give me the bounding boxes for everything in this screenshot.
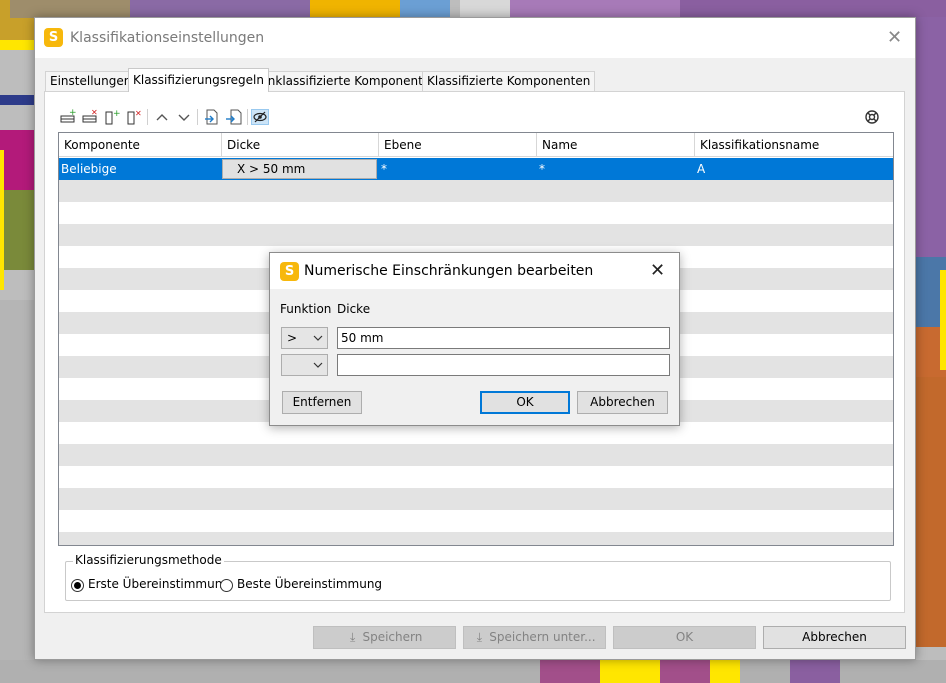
move-up-icon[interactable] — [153, 109, 171, 125]
function-select-1[interactable]: > — [281, 327, 328, 349]
empty-row — [59, 224, 893, 246]
grid-header: Komponente Dicke Ebene Name Klassifikati… — [59, 133, 893, 157]
cell-klassifikationsname[interactable]: A — [695, 158, 705, 180]
radio-label-first-match[interactable]: Erste Übereinstimmung — [88, 577, 230, 591]
dialog-title: Klassifikationseinstellungen — [70, 30, 265, 46]
close-icon[interactable]: ✕ — [887, 29, 902, 47]
ok-button[interactable]: OK — [613, 626, 756, 649]
classification-method-group: Klassifizierungsmethode Erste Übereinsti… — [65, 553, 891, 601]
column-header-dicke[interactable]: Dicke — [222, 133, 379, 157]
close-icon[interactable]: ✕ — [650, 262, 665, 280]
app-logo-icon: S — [44, 28, 63, 47]
add-row-icon[interactable]: + — [59, 108, 77, 125]
save-as-button[interactable]: ⤓ Speichern unter... — [463, 626, 606, 649]
modal-ok-button[interactable]: OK — [480, 391, 570, 414]
app-logo-icon: S — [280, 262, 299, 281]
label-function: Funktion — [280, 302, 332, 316]
remove-button[interactable]: Entfernen — [282, 391, 362, 414]
svg-text:✕: ✕ — [135, 109, 142, 118]
cancel-button[interactable]: Abbrechen — [763, 626, 906, 649]
help-icon[interactable] — [863, 109, 881, 125]
table-row[interactable]: Beliebige X > 50 mm * * A — [59, 158, 893, 180]
toolbar-separator — [247, 109, 248, 125]
dialog-titlebar: S Klassifikationseinstellungen ✕ — [35, 18, 915, 58]
empty-row — [59, 180, 893, 202]
function-select-1-value: > — [287, 331, 298, 345]
save-icon: ⤓ — [349, 630, 356, 644]
toolbar-separator — [197, 109, 198, 125]
modal-cancel-button[interactable]: Abbrechen — [577, 391, 668, 414]
chevron-down-icon — [313, 335, 323, 341]
column-header-name[interactable]: Name — [537, 133, 695, 157]
radio-label-best-match[interactable]: Beste Übereinstimmung — [237, 577, 382, 591]
toolbar-separator — [147, 109, 148, 125]
delete-row-icon[interactable]: ✕ — [81, 108, 99, 125]
move-down-icon[interactable] — [175, 109, 193, 125]
export-icon[interactable] — [203, 109, 221, 125]
empty-row — [59, 532, 893, 545]
column-header-klassifikationsname[interactable]: Klassifikationsname — [695, 133, 893, 157]
thickness-input-2[interactable] — [337, 354, 670, 376]
chevron-down-icon — [313, 362, 323, 368]
delete-column-icon[interactable]: ✕ — [125, 109, 143, 125]
radio-best-match[interactable] — [220, 579, 233, 592]
save-as-icon: ⤓ — [476, 630, 483, 644]
modal-titlebar: S Numerische Einschränkungen bearbeiten … — [270, 253, 679, 289]
column-header-ebene[interactable]: Ebene — [379, 133, 537, 157]
tab-unklassifizierte-komponenten[interactable]: Unklassifizierte Komponenten — [254, 71, 443, 91]
save-as-button-label: Speichern unter... — [489, 630, 596, 644]
tab-einstellungen[interactable]: Einstellungen — [45, 71, 137, 91]
cell-komponente[interactable]: Beliebige — [59, 158, 117, 180]
save-button[interactable]: ⤓ Speichern — [313, 626, 456, 649]
tab-klassifizierte-komponenten[interactable]: Klassifizierte Komponenten — [422, 71, 596, 91]
cell-name[interactable]: * — [537, 158, 545, 180]
column-header-komponente[interactable]: Komponente — [59, 133, 222, 157]
add-column-icon[interactable]: + — [103, 109, 121, 125]
tab-klassifizierungsregeln[interactable]: Klassifizierungsregeln — [128, 68, 269, 92]
thickness-input-1[interactable]: 50 mm — [337, 327, 670, 349]
numeric-constraints-dialog: S Numerische Einschränkungen bearbeiten … — [269, 252, 680, 426]
radio-first-match[interactable] — [71, 579, 84, 592]
group-legend: Klassifizierungsmethode — [73, 553, 224, 567]
svg-text:+: + — [69, 109, 77, 118]
empty-row — [59, 488, 893, 510]
modal-title: Numerische Einschränkungen bearbeiten — [304, 263, 594, 279]
cell-ebene[interactable]: * — [379, 158, 387, 180]
cell-dicke[interactable]: X > 50 mm — [222, 159, 377, 179]
svg-text:✕: ✕ — [91, 109, 98, 117]
save-button-label: Speichern — [362, 630, 423, 644]
svg-text:+: + — [113, 109, 121, 119]
label-thickness: Dicke — [337, 302, 371, 316]
import-icon[interactable] — [225, 109, 243, 125]
empty-row — [59, 444, 893, 466]
function-select-2[interactable] — [281, 354, 328, 376]
visibility-icon[interactable] — [251, 109, 269, 125]
